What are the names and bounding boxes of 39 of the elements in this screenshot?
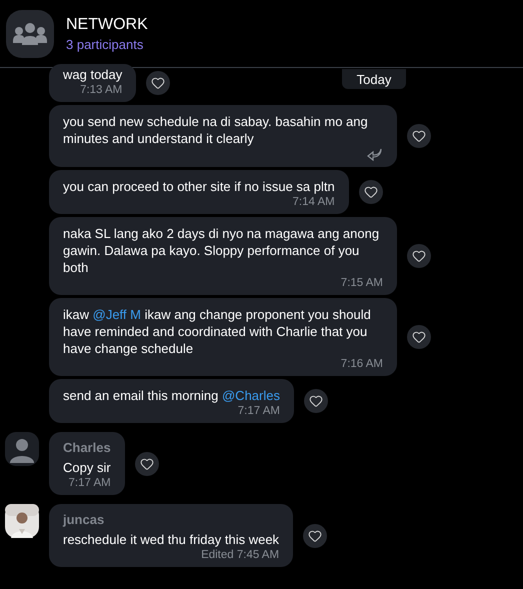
heart-icon (412, 330, 426, 344)
heart-icon (364, 185, 378, 199)
like-button[interactable] (303, 524, 328, 548)
message-time: 7:17 AM (68, 477, 111, 489)
heart-icon (412, 129, 426, 143)
like-button[interactable] (304, 389, 328, 413)
chat-title: NETWORK (66, 16, 148, 34)
like-button[interactable] (407, 124, 431, 148)
heart-icon (308, 528, 322, 542)
message-time: 7:17 AM (238, 405, 280, 417)
mention-link[interactable]: @Charles (222, 388, 280, 403)
heart-icon (412, 249, 426, 263)
heart-icon (308, 394, 323, 408)
like-button[interactable] (134, 452, 159, 476)
sender-name: Charles (63, 440, 111, 455)
heart-icon (151, 76, 166, 90)
heart-icon (140, 456, 154, 470)
message-time: Edited 7:45 AM (201, 549, 280, 561)
message-text: ikaw @Jeff M ikaw ang change proponent you should have reminded and coordinated with Charlie that you have change schedule (63, 306, 372, 357)
message-text: you send new schedule na di sabay. basahin mo ang minutes and understand it clearly (63, 113, 369, 147)
like-button[interactable] (407, 244, 431, 268)
like-button[interactable] (407, 325, 431, 349)
date-chip: Today (342, 69, 406, 89)
message-text: Copy sir (63, 459, 111, 476)
sender-name: juncas (63, 512, 106, 527)
message-text: wag today (63, 66, 122, 83)
like-button[interactable] (358, 180, 383, 204)
group-avatar-icon (6, 10, 54, 58)
message-text: send an email this morning @Charles (63, 387, 280, 404)
message-time: 7:13 AM (80, 84, 122, 96)
message-text: you can proceed to other site if no issue sa pltn (63, 178, 335, 195)
participants-count: 3 participants (66, 36, 144, 52)
message-time: 7:15 AM (340, 277, 383, 289)
mention-link[interactable]: @Jeff M (92, 307, 141, 322)
message-time: 7:16 AM (340, 358, 383, 370)
message-text: reschedule it wed thu friday this week (63, 531, 280, 548)
message-text: naka SL lang ako 2 days di nyo na magawa ang anong gawin. Dalawa pa kayo. Sloppy performance of you both (63, 225, 380, 276)
message-time: 7:14 AM (292, 196, 335, 208)
like-button[interactable] (146, 71, 170, 95)
